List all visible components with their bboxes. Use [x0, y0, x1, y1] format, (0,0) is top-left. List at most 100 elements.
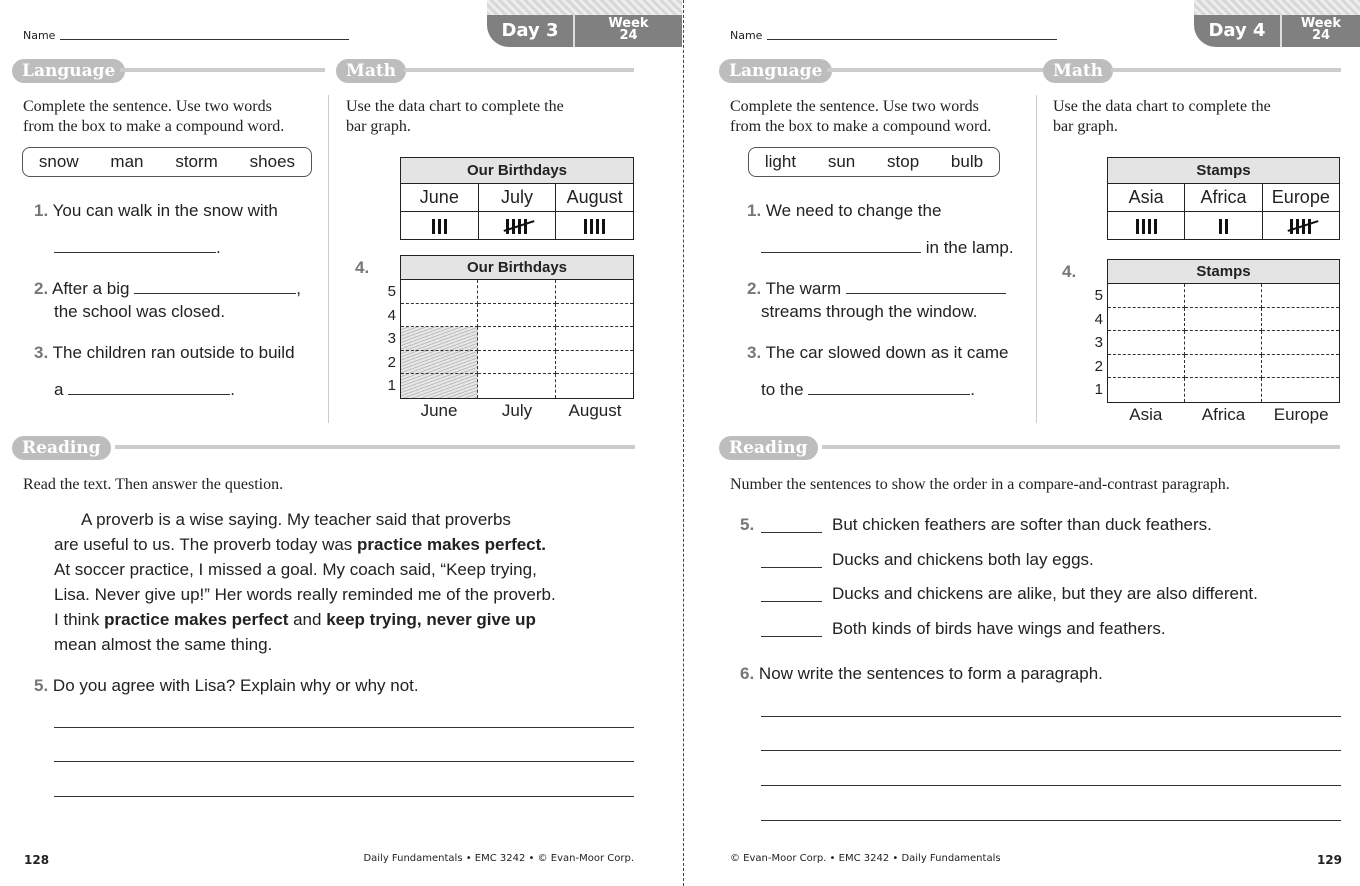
graph-cell-asia-5[interactable] [1108, 284, 1185, 308]
order-number-blank[interactable] [761, 532, 822, 533]
word-option: bulb [950, 152, 984, 171]
answer-blank[interactable] [808, 394, 971, 395]
page-right: Name Day 4 Week 24 Language Complete the sent… [0, 0, 1360, 886]
x-axis-labels: Asia Africa Europe [1107, 405, 1340, 425]
y-tick-label: 1 [1094, 381, 1103, 398]
instruction-line: from the box to make a compound word. [730, 118, 992, 135]
category-cell: Africa [1184, 183, 1263, 212]
answer-blank[interactable] [845, 293, 1006, 294]
section-rule [1111, 68, 1341, 72]
tally-mark [1218, 218, 1222, 234]
table-title: Stamps [1107, 157, 1340, 184]
header-pattern [1194, 0, 1360, 15]
graph-cell-asia-1[interactable] [1108, 378, 1185, 402]
question-number: 3. [747, 343, 762, 362]
y-tick-label: 5 [1094, 287, 1103, 304]
language-section-title: Language [719, 59, 833, 83]
tally-cell [1261, 211, 1341, 240]
writing-line[interactable] [761, 820, 1341, 821]
x-tick-label: Asia [1129, 405, 1163, 424]
graph-cell-asia-4[interactable] [1108, 307, 1185, 331]
text: in the lamp. [925, 238, 1014, 257]
tally-cell [1106, 211, 1186, 240]
instruction-line: Use the data chart to complete the [1053, 98, 1271, 115]
question-4-number: 4. [1062, 262, 1077, 281]
writing-line[interactable] [761, 785, 1341, 786]
order-number-blank[interactable] [761, 601, 822, 602]
graph-cell-europe-1[interactable] [1262, 378, 1339, 402]
name-field[interactable] [767, 39, 1057, 40]
tally-mark [1141, 218, 1145, 234]
table-title-row: Stamps [1107, 157, 1340, 184]
reading-section-title: Reading [719, 436, 818, 460]
question-6: 6. Now write the sentences to form a par… [740, 664, 1103, 684]
question-1-answer: in the lamp. [761, 238, 1014, 258]
question-2: 2. The warm [747, 279, 1006, 299]
tally-mark [1153, 218, 1157, 234]
sentence-2: Ducks and chickens both lay eggs. [832, 550, 1094, 569]
sentence-4: Both kinds of birds have wings and feath… [832, 619, 1166, 638]
word-option: light [764, 152, 797, 171]
tally-marks-2 [1218, 218, 1228, 234]
question-3-answer: to the . [761, 380, 975, 400]
bar-graph-grid [1108, 284, 1339, 402]
x-tick-label: Europe [1273, 405, 1329, 424]
sentence-1: But chicken feathers are softer than duc… [832, 515, 1212, 534]
math-instruction: Use the data chart to complete the bar gr… [1053, 97, 1271, 137]
question-number: 6. [740, 664, 755, 683]
word-box: light sun stop bulb [748, 147, 1000, 177]
question-5-number: 5. [740, 515, 755, 534]
y-tick-label: 2 [1094, 357, 1103, 375]
column-divider [1036, 95, 1037, 423]
reading-instruction: Number the sentences to show the order i… [730, 476, 1230, 493]
data-chart-table: Stamps Asia Africa Europe [1106, 157, 1341, 240]
y-tick-label: 3 [1094, 334, 1103, 351]
tally-mark [1308, 218, 1312, 234]
y-axis-labels: 5 4 3 2 1 [1089, 284, 1103, 402]
order-number-blank[interactable] [761, 567, 822, 568]
y-tick-label: 4 [1094, 310, 1103, 328]
math-section-title: Math [1043, 59, 1114, 83]
question-3: 3. The car slowed down as it came [747, 343, 1008, 363]
graph-cell-africa-2[interactable] [1185, 354, 1262, 378]
writing-line[interactable] [761, 750, 1341, 751]
punct: . [970, 380, 976, 399]
day-label: Day 4 [1194, 15, 1282, 47]
name-label: Name [730, 29, 763, 42]
question-number: 1. [747, 201, 762, 220]
graph-cell-europe-5[interactable] [1262, 284, 1339, 308]
category-cell: Asia [1106, 183, 1186, 212]
bar-graph-title: Stamps [1108, 260, 1339, 284]
section-rule [822, 445, 1340, 449]
question-text: Now write the sentences to form a paragr… [758, 664, 1103, 683]
word-option: stop [887, 152, 920, 171]
writing-line[interactable] [761, 716, 1341, 717]
tally-mark [1135, 218, 1139, 234]
graph-cell-asia-3[interactable] [1108, 331, 1185, 355]
sentence-3: Ducks and chickens are alike, but they a… [832, 584, 1258, 603]
graph-cell-europe-2[interactable] [1262, 355, 1339, 378]
week-number: 24 [1311, 28, 1331, 43]
graph-cell-africa-4[interactable] [1185, 307, 1262, 331]
graph-cell-europe-3[interactable] [1262, 331, 1339, 355]
graph-cell-africa-1[interactable] [1185, 378, 1262, 402]
graph-cell-asia-2[interactable] [1108, 354, 1185, 378]
question-text: The warm [765, 279, 842, 298]
question-text: We need to change the [765, 201, 942, 220]
graph-cell-europe-4[interactable] [1262, 308, 1339, 331]
question-text: The car slowed down as it came [765, 343, 1009, 362]
tally-mark [1147, 218, 1151, 234]
answer-blank[interactable] [761, 252, 921, 253]
page-number: 129 [1316, 853, 1342, 867]
text: to the [761, 380, 804, 399]
question-2-continued: streams through the window. [761, 302, 978, 321]
question-1: 1. We need to change the [747, 201, 941, 221]
language-instruction: Complete the sentence. Use two words from… [730, 97, 991, 137]
order-number-blank[interactable] [761, 636, 822, 637]
week-label: Week 24 [1282, 15, 1360, 47]
tally-mark [1224, 218, 1228, 234]
x-tick-label: Africa [1201, 405, 1246, 424]
graph-cell-africa-5[interactable] [1185, 284, 1262, 308]
tally-marks-5 [1287, 218, 1319, 234]
graph-cell-africa-3[interactable] [1185, 331, 1262, 355]
